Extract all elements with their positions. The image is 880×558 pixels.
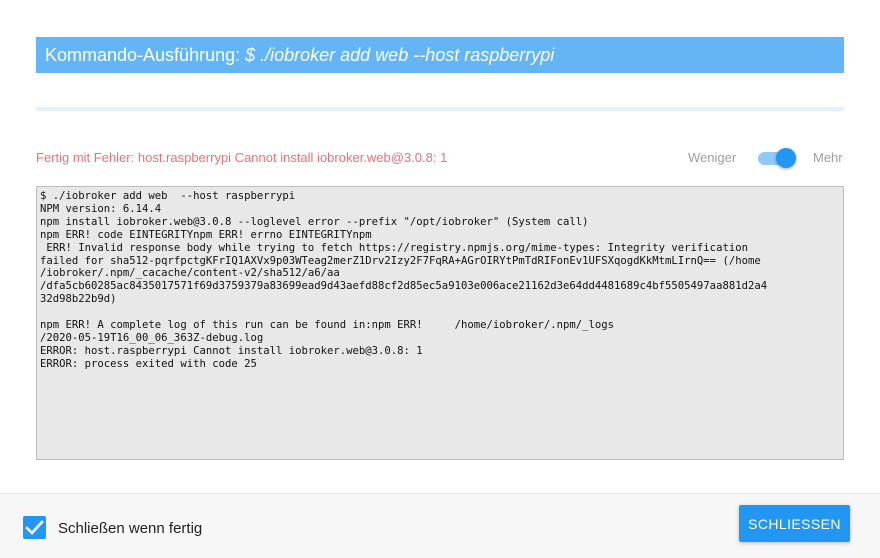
dialog-title: Kommando-Ausführung: $ ./iobroker add we… bbox=[36, 37, 844, 73]
progress-bar bbox=[36, 107, 844, 111]
log-line: failed for sha512-pqrfpctgKFrIQ1AXVx9p03… bbox=[40, 254, 761, 267]
log-line: /dfa5cb60285ac8435017571f69d3759379a8369… bbox=[40, 280, 768, 293]
log-line: npm ERR! A complete log of this run can … bbox=[40, 319, 615, 332]
log-line: /2020-05-19T16_00_06_363Z-debug.log bbox=[40, 331, 264, 344]
log-output[interactable]: $ ./iobroker add web --host raspberrypi N… bbox=[36, 186, 844, 460]
log-line: ERR! Invalid response body while trying … bbox=[40, 241, 748, 254]
verbosity-toggle[interactable] bbox=[756, 148, 796, 168]
toggle-label-more: Mehr bbox=[813, 150, 843, 165]
log-line: npm ERR! code EINTEGRITYnpm ERR! errno E… bbox=[40, 228, 372, 241]
toggle-thumb[interactable] bbox=[776, 148, 796, 168]
close-button[interactable]: SCHLIESSEN bbox=[739, 505, 850, 542]
log-line: $ ./iobroker add web --host raspberrypi bbox=[40, 190, 296, 202]
log-line: ERROR: host.raspberrypi Cannot install i… bbox=[40, 344, 423, 357]
log-line: ERROR: process exited with code 25 bbox=[40, 357, 257, 370]
log-line: 32d98b22b9d) bbox=[40, 293, 117, 306]
toggle-label-less: Weniger bbox=[688, 150, 737, 165]
close-when-done-checkbox[interactable] bbox=[23, 516, 46, 539]
checkmark-icon bbox=[25, 520, 44, 535]
status-message: Fertig mit Fehler: host.raspberrypi Cann… bbox=[36, 150, 448, 165]
log-line: NPM version: 6.14.4 bbox=[40, 202, 162, 215]
title-command: $ ./iobroker add web --host raspberrypi bbox=[245, 45, 555, 65]
log-line: npm install iobroker.web@3.0.8 --logleve… bbox=[40, 215, 589, 228]
title-prefix: Kommando-Ausführung: bbox=[45, 45, 246, 65]
command-dialog: Kommando-Ausführung: $ ./iobroker add we… bbox=[0, 0, 880, 558]
close-when-done-label[interactable]: Schließen wenn fertig bbox=[58, 520, 202, 537]
log-line: /iobroker/.npm/_cacache/content-v2/sha51… bbox=[40, 267, 340, 280]
dialog-footer: Schließen wenn fertig SCHLIESSEN bbox=[0, 493, 880, 558]
